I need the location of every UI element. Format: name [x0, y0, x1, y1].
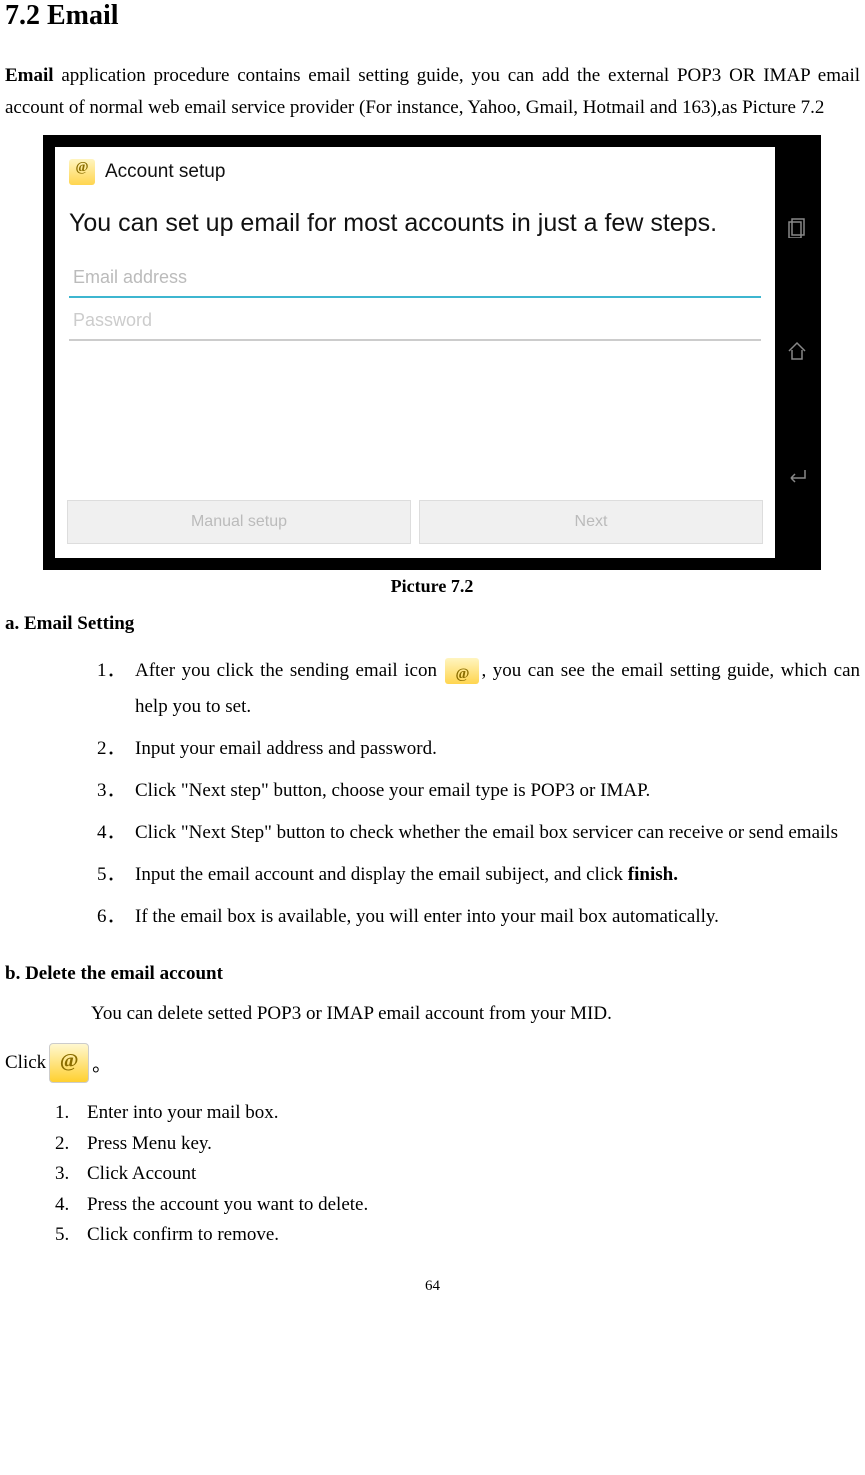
email-icon	[69, 159, 95, 185]
item-number: 1．	[97, 653, 126, 689]
steps-b-list: 1. Enter into your mail box. 2. Press Me…	[55, 1099, 860, 1250]
email-input[interactable]: Email address	[69, 259, 761, 298]
section-b-heading: b. Delete the email account	[5, 963, 860, 985]
phone-nav-bar	[775, 137, 819, 568]
item-number: 1.	[55, 1099, 69, 1128]
item-text: If the email box is available, you will …	[135, 906, 719, 927]
item-text: Input your email address and password.	[135, 738, 437, 759]
item-text: Press Menu key.	[87, 1133, 212, 1154]
section-a-heading: a. Email Setting	[5, 613, 860, 635]
list-item: 2． Input your email address and password…	[97, 731, 860, 767]
manual-setup-button[interactable]: Manual setup	[67, 500, 411, 544]
list-item: 4. Press the account you want to delete.	[55, 1191, 860, 1220]
click-after: 。	[92, 1050, 111, 1077]
item-text-bold: finish.	[628, 864, 678, 885]
account-setup-screenshot: Account setup You can set up email for m…	[43, 135, 821, 570]
item-text: Press the account you want to delete.	[87, 1194, 368, 1215]
recent-apps-icon[interactable]	[785, 216, 809, 240]
list-item: 2. Press Menu key.	[55, 1130, 860, 1159]
item-text-pre: After you click the sending email icon	[135, 660, 443, 681]
click-instruction: Click 。	[5, 1043, 860, 1083]
home-icon[interactable]	[785, 340, 809, 364]
email-icon	[445, 658, 479, 684]
section-heading: 7.2 Email	[5, 0, 860, 32]
item-number: 3．	[97, 773, 126, 809]
item-number: 5.	[55, 1221, 69, 1250]
list-item: 3． Click "Next step" button, choose your…	[97, 773, 860, 809]
item-text: Click confirm to remove.	[87, 1224, 279, 1245]
item-number: 6．	[97, 899, 126, 935]
email-app-icon	[49, 1043, 89, 1083]
item-text: Click "Next Step" button to check whethe…	[135, 822, 838, 843]
intro-rest: application procedure contains email set…	[5, 65, 860, 118]
phone-heading: You can set up email for most accounts i…	[55, 197, 775, 260]
click-text: Click	[5, 1052, 46, 1074]
list-item: 1. Enter into your mail box.	[55, 1099, 860, 1128]
steps-a-list: 1． After you click the sending email ico…	[97, 653, 860, 936]
password-input[interactable]: Password	[69, 302, 761, 341]
page-number: 64	[5, 1278, 860, 1295]
phone-header-title: Account setup	[105, 161, 225, 183]
item-number: 4.	[55, 1191, 69, 1220]
list-item: 5． Input the email account and display t…	[97, 857, 860, 893]
intro-bold: Email	[5, 65, 54, 86]
back-icon[interactable]	[785, 464, 809, 488]
next-button[interactable]: Next	[419, 500, 763, 544]
item-number: 4．	[97, 815, 126, 851]
item-number: 2.	[55, 1130, 69, 1159]
list-item: 4． Click "Next Step" button to check whe…	[97, 815, 860, 851]
list-item: 1． After you click the sending email ico…	[97, 653, 860, 725]
list-item: 3. Click Account	[55, 1160, 860, 1189]
item-number: 3.	[55, 1160, 69, 1189]
figure-caption: Picture 7.2	[43, 576, 821, 597]
phone-buttons: Manual setup Next	[55, 490, 775, 558]
section-b-intro: You can delete setted POP3 or IMAP email…	[91, 1003, 860, 1025]
item-text-pre: Input the email account and display the …	[135, 864, 628, 885]
item-text: Click Account	[87, 1163, 196, 1184]
intro-paragraph: Email application procedure contains ema…	[5, 60, 860, 125]
phone-main-area: Account setup You can set up email for m…	[55, 147, 775, 558]
item-text: Click "Next step" button, choose your em…	[135, 780, 650, 801]
list-item: 6． If the email box is available, you wi…	[97, 899, 860, 935]
list-item: 5. Click confirm to remove.	[55, 1221, 860, 1250]
item-number: 2．	[97, 731, 126, 767]
phone-header: Account setup	[55, 147, 775, 197]
item-number: 5．	[97, 857, 126, 893]
item-text: Enter into your mail box.	[87, 1102, 279, 1123]
